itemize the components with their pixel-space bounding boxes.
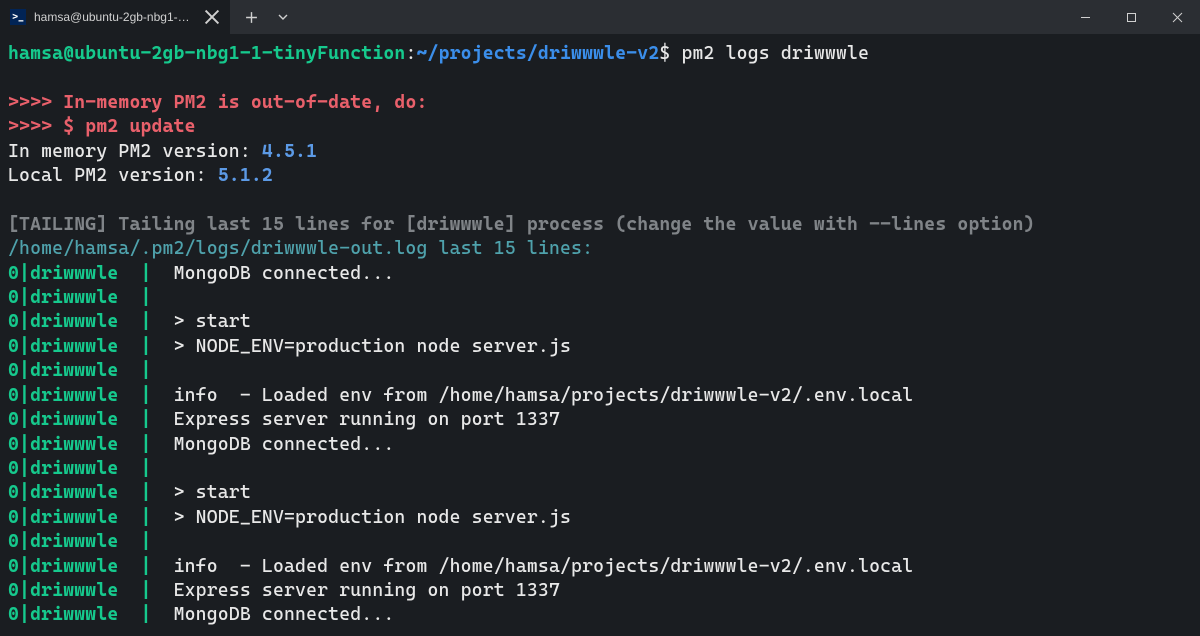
log-prefix: 0|driwwwle |	[8, 287, 163, 308]
tailing-filepath: /home/hamsa/.pm2/logs/driwwwle-out.log l…	[8, 237, 1192, 261]
maximize-button[interactable]	[1108, 0, 1154, 34]
log-line: 0|driwwwle | > NODE_ENV=production node …	[8, 506, 1192, 530]
log-line: 0|driwwwle | MongoDB connected...	[8, 433, 1192, 457]
version-local: Local PM2 version: 5.1.2	[8, 164, 1192, 188]
tab-close-button[interactable]	[204, 9, 220, 25]
new-tab-button[interactable]	[236, 2, 266, 32]
log-text: info - Loaded env from /home/hamsa/proje…	[163, 556, 914, 577]
log-text: > NODE_ENV=production node server.js	[163, 507, 571, 528]
log-text: Express server running on port 1337	[163, 409, 560, 430]
log-line: 0|driwwwle | info - Loaded env from /hom…	[8, 555, 1192, 579]
blank-line	[8, 66, 1192, 90]
tab-active[interactable]: >_ hamsa@ubuntu-2gb-nbg1-1-tin	[0, 0, 230, 34]
tab-title: hamsa@ubuntu-2gb-nbg1-1-tin	[34, 10, 196, 24]
log-prefix: 0|driwwwle |	[8, 360, 163, 381]
titlebar: >_ hamsa@ubuntu-2gb-nbg1-1-tin	[0, 0, 1200, 34]
log-text: > NODE_ENV=production node server.js	[163, 336, 571, 357]
log-prefix: 0|driwwwle |	[8, 385, 163, 406]
log-text: Express server running on port 1337	[163, 580, 560, 601]
minimize-button[interactable]	[1062, 0, 1108, 34]
warn-line-2: >>>> $ pm2 update	[8, 115, 1192, 139]
log-prefix: 0|driwwwle |	[8, 556, 163, 577]
log-line: 0|driwwwle | > NODE_ENV=production node …	[8, 335, 1192, 359]
tailing-header: [TAILING] Tailing last 15 lines for [dri…	[8, 213, 1192, 237]
log-line: 0|driwwwle | > start	[8, 310, 1192, 334]
log-text: info - Loaded env from /home/hamsa/proje…	[163, 385, 914, 406]
version-in-memory: In memory PM2 version: 4.5.1	[8, 140, 1192, 164]
log-prefix: 0|driwwwle |	[8, 311, 163, 332]
log-text: MongoDB connected...	[163, 263, 395, 284]
tab-dropdown-button[interactable]	[268, 2, 298, 32]
prompt-command: pm2 logs driwwwle	[670, 43, 869, 64]
close-button[interactable]	[1154, 0, 1200, 34]
log-prefix: 0|driwwwle |	[8, 482, 163, 503]
prompt-user-host: hamsa@ubuntu-2gb-nbg1-1-tinyFunction	[8, 43, 405, 64]
log-prefix: 0|driwwwle |	[8, 507, 163, 528]
log-text: > start	[163, 482, 251, 503]
warn-line-1: >>>> In-memory PM2 is out-of-date, do:	[8, 91, 1192, 115]
log-line: 0|driwwwle | Express server running on p…	[8, 408, 1192, 432]
log-prefix: 0|driwwwle |	[8, 263, 163, 284]
tab-controls	[230, 2, 298, 32]
log-prefix: 0|driwwwle |	[8, 336, 163, 357]
log-prefix: 0|driwwwle |	[8, 531, 163, 552]
log-line: 0|driwwwle | > start	[8, 481, 1192, 505]
log-line: 0|driwwwle |	[8, 359, 1192, 383]
window-controls	[1062, 0, 1200, 34]
log-line: 0|driwwwle | MongoDB connected...	[8, 262, 1192, 286]
log-line: 0|driwwwle | MongoDB connected...	[8, 603, 1192, 627]
blank-line	[8, 188, 1192, 212]
prompt-line: hamsa@ubuntu-2gb-nbg1-1-tinyFunction:~/p…	[8, 42, 1192, 66]
log-prefix: 0|driwwwle |	[8, 434, 163, 455]
log-prefix: 0|driwwwle |	[8, 458, 163, 479]
log-line: 0|driwwwle |	[8, 530, 1192, 554]
log-line: 0|driwwwle | Express server running on p…	[8, 579, 1192, 603]
log-line: 0|driwwwle |	[8, 457, 1192, 481]
log-prefix: 0|driwwwle |	[8, 604, 163, 625]
log-line: 0|driwwwle |	[8, 286, 1192, 310]
terminal-content[interactable]: hamsa@ubuntu-2gb-nbg1-1-tinyFunction:~/p…	[0, 34, 1200, 636]
log-prefix: 0|driwwwle |	[8, 409, 163, 430]
log-line: 0|driwwwle | info - Loaded env from /hom…	[8, 384, 1192, 408]
prompt-path: ~/projects/driwwwle-v2	[416, 43, 659, 64]
powershell-icon: >_	[10, 9, 26, 25]
log-text: > start	[163, 311, 251, 332]
log-lines: 0|driwwwle | MongoDB connected...0|driww…	[8, 262, 1192, 628]
log-text: MongoDB connected...	[163, 604, 395, 625]
tabs-area: >_ hamsa@ubuntu-2gb-nbg1-1-tin	[0, 0, 298, 34]
log-text: MongoDB connected...	[163, 434, 395, 455]
log-prefix: 0|driwwwle |	[8, 580, 163, 601]
